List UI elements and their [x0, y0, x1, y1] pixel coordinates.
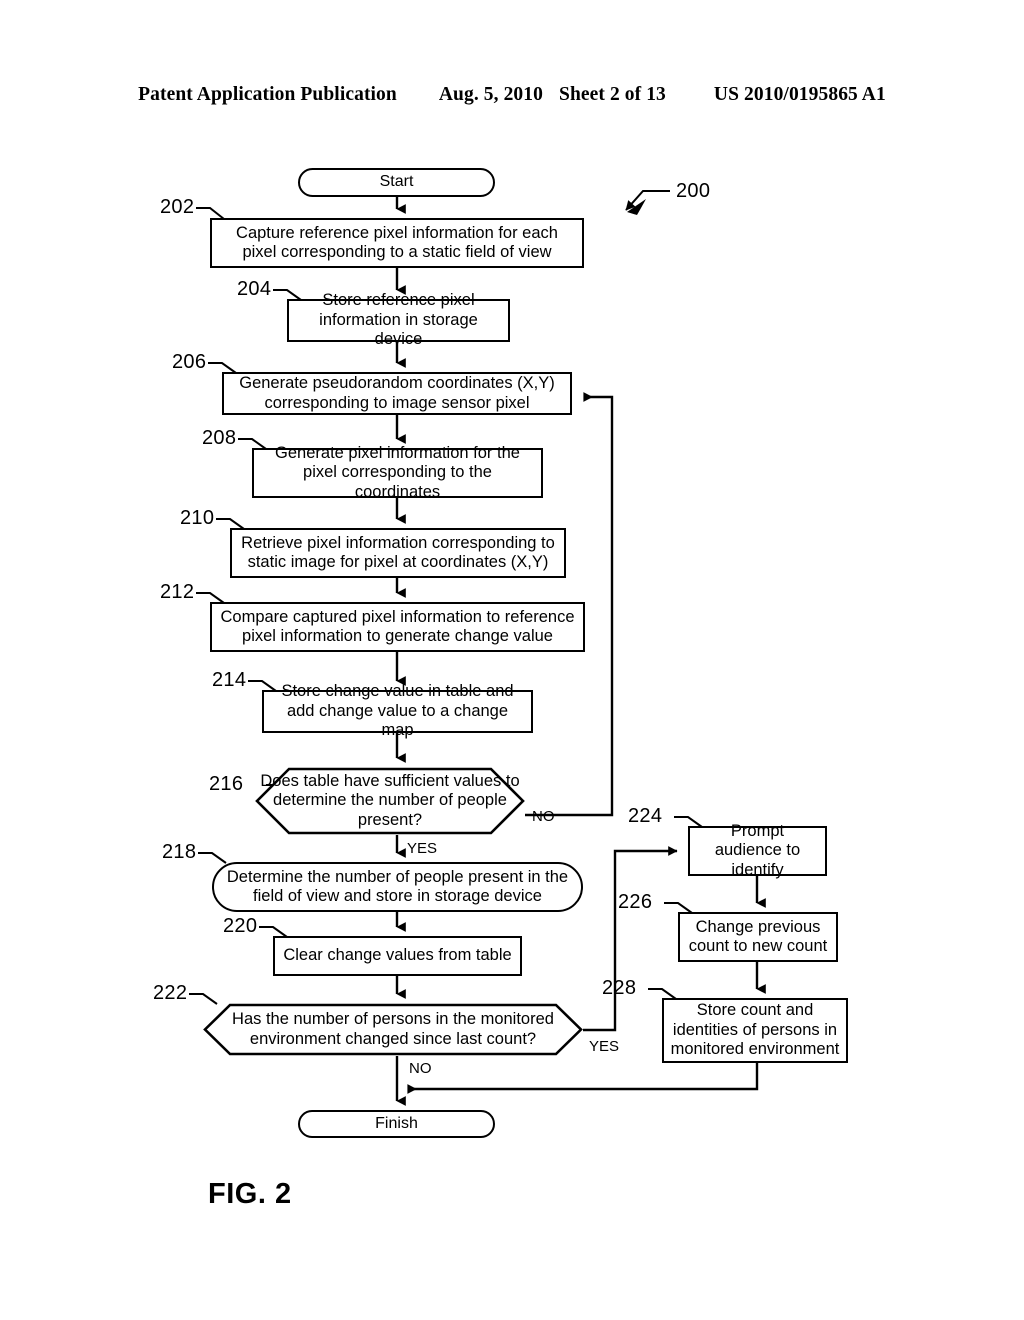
flow-node-204-store-reference-pixels[interactable]: Store reference pixel information in sto…	[287, 291, 510, 348]
branch-label-216-yes: YES	[407, 840, 438, 857]
flow-node-216-decision-table-sufficient[interactable]: Does table have sufficient values to det…	[255, 767, 525, 835]
reference-numeral-222: 222	[153, 982, 188, 1004]
flow-node-finish-label: Finish	[375, 1114, 418, 1132]
diagram-ref-arrowhead	[627, 199, 646, 215]
flow-node-220-clear-change-values[interactable]: Clear change values from table	[273, 936, 522, 976]
reference-numeral-228: 228	[602, 977, 637, 999]
page-header: Patent Application Publication Aug. 5, 2…	[0, 84, 1024, 114]
flow-node-222-label: Has the number of persons in the monitor…	[232, 1010, 554, 1048]
reference-numeral-212: 212	[160, 581, 195, 603]
flow-node-206-generate-pseudorandom-coordinates[interactable]: Generate pseudorandom coordinates (X,Y) …	[222, 372, 572, 415]
reference-numeral-226: 226	[618, 891, 653, 913]
flow-node-206-label: Generate pseudorandom coordinates (X,Y) …	[239, 374, 555, 412]
flow-node-222-decision-count-changed[interactable]: Has the number of persons in the monitor…	[203, 1003, 583, 1056]
reference-numeral-210: 210	[180, 507, 215, 529]
flow-node-216-label: Does table have sufficient values to det…	[260, 771, 520, 829]
flowchart-connectors	[189, 190, 766, 1106]
reference-numeral-220: 220	[223, 915, 258, 937]
flow-node-202-label: Capture reference pixel information for …	[236, 223, 558, 261]
branch-label-216-no: NO	[532, 808, 555, 825]
flow-node-210-retrieve-pixel-information[interactable]: Retrieve pixel information corresponding…	[230, 528, 566, 578]
reference-numeral-218: 218	[162, 841, 197, 863]
figure-caption: FIG. 2	[208, 1178, 292, 1210]
reference-numeral-204: 204	[237, 278, 272, 300]
branch-label-222-no: NO	[409, 1060, 432, 1077]
flow-node-208-generate-pixel-information[interactable]: Generate pixel information for the pixel…	[252, 444, 543, 501]
flow-node-218-determine-people-count[interactable]: Determine the number of people present i…	[212, 862, 583, 912]
reference-numeral-224: 224	[628, 805, 663, 827]
reference-numeral-214: 214	[212, 669, 247, 691]
flow-node-202-capture-reference-pixels[interactable]: Capture reference pixel information for …	[210, 218, 584, 268]
flow-node-218-label: Determine the number of people present i…	[226, 867, 569, 905]
flow-node-228-store-count-identities[interactable]: Store count and identities of persons in…	[662, 998, 848, 1063]
header-sheet-number: Sheet 2 of 13	[559, 84, 666, 105]
flow-node-finish[interactable]: Finish	[298, 1110, 495, 1138]
reference-numeral-206: 206	[172, 351, 207, 373]
flow-node-214-label: Store change value in table and add chan…	[281, 682, 514, 740]
flow-node-226-change-previous-count[interactable]: Change previous count to new count	[678, 912, 838, 962]
reference-numeral-208: 208	[202, 427, 237, 449]
header-date: Aug. 5, 2010	[438, 84, 543, 105]
flow-node-start-label: Start	[379, 173, 414, 191]
flow-node-224-prompt-audience[interactable]: Prompt audience to identify	[688, 822, 827, 879]
flow-node-204-label: Store reference pixel information in sto…	[319, 291, 478, 349]
reference-numeral-216: 216	[209, 773, 244, 795]
flow-node-226-label: Change previous count to new count	[688, 917, 828, 955]
branch-label-222-yes: YES	[589, 1038, 620, 1055]
header-publication-title: Patent Application Publication	[138, 84, 397, 105]
reference-numeral-200: 200	[676, 180, 711, 202]
header-patent-number: US 2010/0195865 A1	[713, 84, 886, 105]
flow-node-214-store-change-value[interactable]: Store change value in table and add chan…	[262, 682, 533, 739]
flow-node-224-label: Prompt audience to identify	[714, 821, 801, 879]
reference-numeral-202: 202	[160, 196, 195, 218]
flow-node-228-label: Store count and identities of persons in…	[670, 1001, 840, 1059]
flow-node-210-label: Retrieve pixel information corresponding…	[241, 533, 555, 571]
flow-node-212-compare-pixel-information[interactable]: Compare captured pixel information to re…	[210, 602, 585, 652]
flow-node-220-label: Clear change values from table	[283, 946, 512, 965]
flow-node-start[interactable]: Start	[298, 168, 495, 197]
flow-node-208-label: Generate pixel information for the pixel…	[275, 443, 520, 501]
patent-figure-page: Patent Application Publication Aug. 5, 2…	[0, 0, 1024, 1320]
flow-node-212-label: Compare captured pixel information to re…	[220, 607, 575, 645]
